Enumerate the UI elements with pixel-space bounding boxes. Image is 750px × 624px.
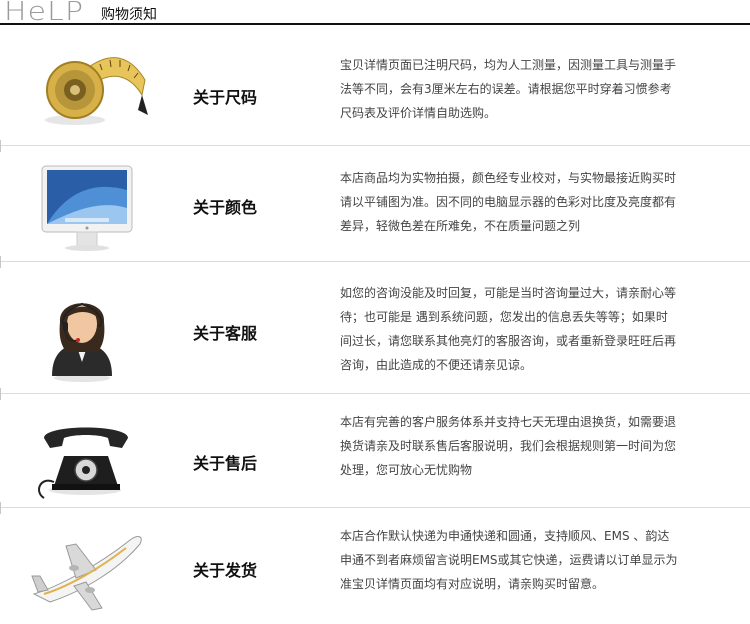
customer-service-icon: [30, 282, 150, 382]
header-divider: [0, 23, 750, 25]
desc-line: 如您的咨询没能及时回复，可能是当时咨询量过大，请亲耐心等: [340, 286, 677, 300]
section-label-shipping: 关于发货: [193, 561, 258, 580]
desc-line: 间过长，请您联系其他亮灯的客服咨询，或者重新登录旺旺后再: [340, 334, 677, 348]
desc-line: 处理，您可放心无忧购物: [340, 463, 473, 477]
desc-line: 本店合作默认快递为申通快递和圆通，支持顺风、EMS 、韵达: [340, 529, 670, 543]
desc-line: 差异，轻微色差在所难免，不在质量问题之列: [340, 219, 581, 233]
desc-line: 宝贝详情页面已注明尺码，均为人工测量，因测量工具与测量手: [340, 58, 677, 72]
desc-line: 换货请亲及时联系售后客服说明，我们会根据规则第一时间为您: [340, 439, 677, 453]
info-row-shipping: 关于发货 本店合作默认快递为申通快递和圆通，支持顺风、EMS 、韵达 申通不到者…: [0, 508, 750, 611]
airplane-icon: [30, 520, 150, 620]
section-label-color: 关于颜色: [193, 198, 258, 217]
section-desc-shipping: 本店合作默认快递为申通快递和圆通，支持顺风、EMS 、韵达 申通不到者麻烦留言说…: [340, 524, 715, 596]
section-label-aftersales: 关于售后: [193, 454, 258, 473]
help-header: HeLP 购物须知: [0, 0, 750, 27]
info-row-aftersales: 关于售后 本店有完善的客户服务体系并支持七天无理由退换货，如需要退 换货请亲及时…: [0, 394, 750, 514]
section-desc-service: 如您的咨询没能及时回复，可能是当时咨询量过大，请亲耐心等 待；也可能是 遇到系统…: [340, 281, 715, 377]
desc-line: 待；也可能是 遇到系统问题，您发出的信息丢失等等；如果时: [340, 310, 668, 324]
section-label-size: 关于尺码: [193, 88, 258, 107]
desc-line: 本店有完善的客户服务体系并支持七天无理由退换货，如需要退: [340, 415, 677, 429]
desc-line: 申通不到者麻烦留言说明EMS或其它快递，运费请以订单显示为: [340, 553, 678, 567]
monitor-icon: [30, 160, 150, 260]
desc-line: 准宝贝详情页面均有对应说明，请亲购买时留意。: [340, 577, 605, 591]
desc-line: 本店商品均为实物拍摄，颜色经专业校对，与实物最接近购买时: [340, 171, 677, 185]
info-row-service: 关于客服 如您的咨询没能及时回复，可能是当时咨询量过大，请亲耐心等 待；也可能是…: [0, 262, 750, 400]
desc-line: 尺码表及评价详情自助选购。: [340, 106, 497, 120]
info-row-color: 关于颜色 本店商品均为实物拍摄，颜色经专业校对，与实物最接近购买时 请以平铺图为…: [0, 146, 750, 268]
section-label-service: 关于客服: [193, 324, 258, 343]
desc-line: 法等不同，会有3厘米左右的误差。请根据您平时穿着习惯参考: [340, 82, 672, 96]
desc-line: 咨询，由此造成的不便还请亲见谅。: [340, 358, 533, 372]
desc-line: 请以平铺图为准。因不同的电脑显示器的色彩对比度及亮度都有: [340, 195, 677, 209]
page-title: 购物须知: [101, 7, 157, 23]
section-desc-size: 宝贝详情页面已注明尺码，均为人工测量，因测量工具与测量手 法等不同，会有3厘米左…: [340, 53, 715, 125]
telephone-icon: [30, 404, 150, 504]
section-desc-color: 本店商品均为实物拍摄，颜色经专业校对，与实物最接近购买时 请以平铺图为准。因不同…: [340, 166, 715, 238]
tape-measure-icon: [30, 40, 150, 140]
info-row-size: 关于尺码 宝贝详情页面已注明尺码，均为人工测量，因测量工具与测量手 法等不同，会…: [0, 26, 750, 152]
section-desc-aftersales: 本店有完善的客户服务体系并支持七天无理由退换货，如需要退 换货请亲及时联系售后客…: [340, 410, 715, 482]
